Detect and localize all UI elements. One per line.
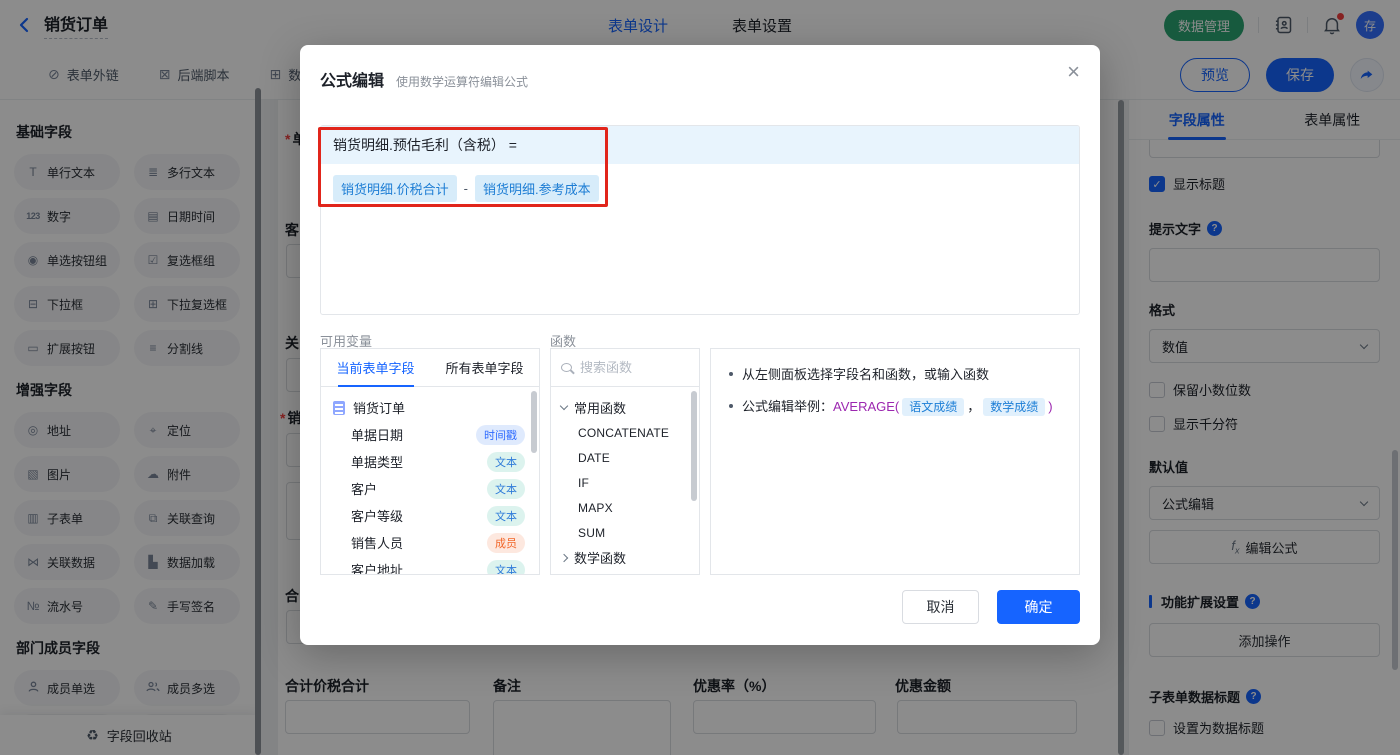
variable-row[interactable]: 单据日期 时间戳 <box>321 421 539 448</box>
tab-current-form-fields[interactable]: 当前表单字段 <box>321 349 430 386</box>
variable-row[interactable]: 客户 文本 <box>321 475 539 502</box>
hint-example-line: 公式编辑举例：AVERAGE(语文成绩，数学成绩) <box>729 397 1061 417</box>
modal-title: 公式编辑 <box>320 73 385 90</box>
confirm-button[interactable]: 确定 <box>997 590 1080 624</box>
function-item[interactable]: CONCATENATE <box>551 420 699 445</box>
formula-operator: - <box>463 181 468 196</box>
function-close-paren: ) <box>1048 398 1053 414</box>
formula-editor-modal: 公式编辑 使用数学运算符编辑公式 × 销货明细.预估毛利（含税） = 销货明细.… <box>300 45 1100 645</box>
function-group-math[interactable]: 数学函数 <box>551 545 699 570</box>
function-item[interactable]: IF <box>551 470 699 495</box>
function-group-text[interactable]: 文本函数 <box>551 570 699 574</box>
variable-row[interactable]: 销售人员 成员 <box>321 529 539 556</box>
cancel-button[interactable]: 取消 <box>902 590 979 624</box>
app: 销货订单 表单设计 表单设置 数据管理 存 ⊘ 表单外链 ⊠ 后端脚本 ⊞ 预览… <box>0 0 1400 755</box>
bullet-icon <box>729 372 733 376</box>
example-field-chip: 数学成绩 <box>983 397 1046 416</box>
tab-all-form-fields[interactable]: 所有表单字段 <box>430 349 539 386</box>
variable-row[interactable]: 客户等级 文本 <box>321 502 539 529</box>
functions-panel: 常用函数 CONCATENATE DATE IF MAPX SUM 数学函数 文… <box>550 348 700 575</box>
hint-line: 从左侧面板选择字段名和函数，或输入函数 <box>729 365 1061 385</box>
functions-scrollbar[interactable] <box>691 391 697 501</box>
function-group-common[interactable]: 常用函数 <box>551 395 699 420</box>
variables-panel: 当前表单字段 所有表单字段 销货订单 单据日期 时间戳 单据类型 文本 客户 文… <box>320 348 540 575</box>
variable-row[interactable]: 客户地址 文本 <box>321 556 539 574</box>
example-field-chip: 语文成绩 <box>902 397 965 416</box>
bullet-icon <box>729 403 733 408</box>
formula-operand-chip[interactable]: 销货明细.参考成本 <box>474 175 599 202</box>
function-item[interactable]: DATE <box>551 445 699 470</box>
formula-target-row: 销货明细.预估毛利（含税） = <box>321 126 1079 164</box>
function-name: AVERAGE( <box>833 398 900 414</box>
type-badge: 文本 <box>487 478 525 499</box>
function-item[interactable]: MAPX <box>551 495 699 520</box>
type-badge: 文本 <box>487 451 525 472</box>
function-search-input[interactable] <box>580 360 680 375</box>
type-badge: 成员 <box>487 532 525 553</box>
close-icon[interactable]: × <box>1067 61 1080 83</box>
document-icon <box>333 400 345 415</box>
function-search[interactable] <box>551 349 699 387</box>
search-icon <box>561 363 572 372</box>
hints-panel: 从左侧面板选择字段名和函数，或输入函数 公式编辑举例：AVERAGE(语文成绩，… <box>710 348 1080 575</box>
chevron-down-icon <box>559 401 569 411</box>
type-badge: 文本 <box>487 505 525 526</box>
type-badge: 文本 <box>487 559 525 574</box>
tree-node-form[interactable]: 销货订单 <box>321 394 539 421</box>
modal-subtitle: 使用数学运算符编辑公式 <box>396 75 529 89</box>
function-item[interactable]: SUM <box>551 520 699 545</box>
formula-operand-chip[interactable]: 销货明细.价税合计 <box>333 175 457 202</box>
chevron-right-icon <box>559 553 569 562</box>
variable-row[interactable]: 单据类型 文本 <box>321 448 539 475</box>
formula-editor[interactable]: 销货明细.预估毛利（含税） = 销货明细.价税合计 - 销货明细.参考成本 <box>320 125 1080 315</box>
type-badge: 时间戳 <box>476 424 525 445</box>
variables-scrollbar[interactable] <box>531 391 537 453</box>
